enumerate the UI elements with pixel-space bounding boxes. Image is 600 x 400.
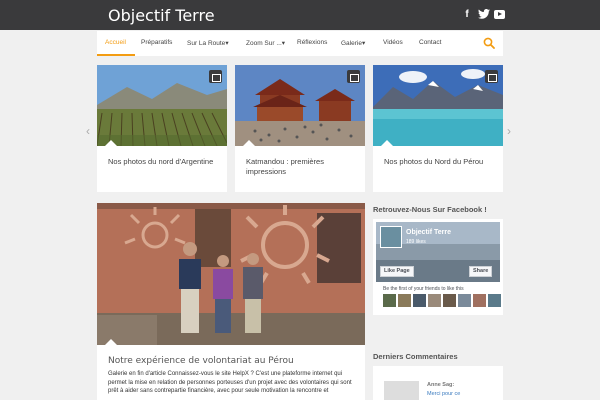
post-thumbnail-argentina[interactable]	[97, 65, 227, 146]
post-card[interactable]: Nos photos du nord d'Argentine	[97, 65, 227, 192]
card-notch	[381, 140, 393, 146]
friend-avatar[interactable]	[458, 294, 471, 307]
post-title[interactable]: Nos photos du Nord du Pérou	[384, 157, 494, 167]
nav-item-contact[interactable]: Contact	[419, 39, 441, 46]
card-notch	[243, 140, 255, 146]
chevron-down-icon: ▾	[225, 40, 229, 47]
nav-item-preparatifs[interactable]: Préparatifs	[141, 39, 172, 46]
site-title[interactable]: Objectif Terre	[108, 6, 215, 25]
calendar-icon	[209, 70, 222, 83]
friend-avatar[interactable]	[443, 294, 456, 307]
featured-image[interactable]	[97, 203, 365, 345]
facebook-page-name[interactable]: Objectif Terre	[406, 229, 451, 236]
facebook-page-widget: Objectif Terre 189 likes Like Page Share…	[373, 219, 503, 315]
search-icon[interactable]	[483, 37, 495, 49]
nav-item-galerie[interactable]: Galerie▾	[341, 39, 365, 47]
post-card[interactable]: Nos photos du Nord du Pérou	[373, 65, 503, 192]
friend-avatar[interactable]	[383, 294, 396, 307]
friend-avatar[interactable]	[473, 294, 486, 307]
facebook-likes-count: 189 likes	[406, 239, 426, 245]
featured-article: Notre expérience de volontariat au Pérou…	[97, 203, 365, 400]
card-notch	[105, 140, 117, 146]
avatar	[384, 381, 419, 400]
nav-item-accueil[interactable]: Accueil	[105, 39, 126, 46]
nav-label: Sur La Route	[187, 40, 226, 47]
facebook-icon[interactable]: f	[463, 9, 471, 21]
nav-item-videos[interactable]: Vidéos	[383, 39, 403, 46]
calendar-icon	[347, 70, 360, 83]
post-title[interactable]: Katmandou : premières impressions	[246, 157, 356, 177]
nav-item-reflexions[interactable]: Réflexions	[297, 39, 327, 46]
facebook-like-button[interactable]: Like Page	[380, 266, 414, 277]
nav-item-zoom-sur[interactable]: Zoom Sur ...▾	[246, 39, 285, 47]
chevron-down-icon: ▾	[281, 40, 286, 47]
slider-prev-arrow[interactable]: ‹	[86, 124, 90, 138]
nav-active-indicator	[97, 54, 135, 56]
facebook-friends-text: Be the first of your friends to like thi…	[383, 286, 464, 292]
post-thumbnail-perou[interactable]	[373, 65, 503, 146]
calendar-icon	[485, 70, 498, 83]
recent-comments-widget: Anne Sag: Merci pour ce	[373, 366, 503, 400]
friend-avatar[interactable]	[428, 294, 441, 307]
friend-avatar[interactable]	[488, 294, 501, 307]
facebook-cover-image[interactable]: Objectif Terre 189 likes Like Page Share	[376, 222, 500, 282]
post-thumbnail-katmandou[interactable]	[235, 65, 365, 146]
post-card[interactable]: Katmandou : premières impressions	[235, 65, 365, 192]
friend-avatar[interactable]	[398, 294, 411, 307]
facebook-page-avatar[interactable]	[380, 226, 402, 248]
comments-widget-heading: Derniers Commentaires	[373, 352, 458, 361]
nav-label: Zoom Sur ...	[246, 40, 282, 47]
nav-label: Galerie	[341, 40, 362, 47]
slider-next-arrow[interactable]: ›	[507, 124, 511, 138]
card-notch	[105, 339, 117, 345]
youtube-icon[interactable]	[494, 10, 505, 19]
friend-avatar[interactable]	[413, 294, 426, 307]
featured-excerpt: Galerie en fin d'article Connaissez-vous…	[108, 371, 352, 394]
post-title[interactable]: Nos photos du nord d'Argentine	[108, 157, 218, 167]
featured-title[interactable]: Notre expérience de volontariat au Pérou	[108, 356, 294, 366]
comment-link[interactable]: Merci pour ce	[427, 391, 460, 397]
facebook-widget-heading: Retrouvez-Nous Sur Facebook !	[373, 205, 487, 214]
top-bar: Objectif Terre f	[0, 0, 600, 30]
chevron-down-icon: ▾	[361, 40, 366, 47]
main-navigation: Accueil Préparatifs Sur La Route▾ Zoom S…	[97, 31, 503, 56]
twitter-icon[interactable]	[478, 9, 490, 23]
facebook-share-button[interactable]: Share	[469, 266, 493, 277]
nav-item-sur-la-route[interactable]: Sur La Route▾	[187, 39, 229, 47]
comment-author: Anne Sag:	[427, 382, 455, 388]
